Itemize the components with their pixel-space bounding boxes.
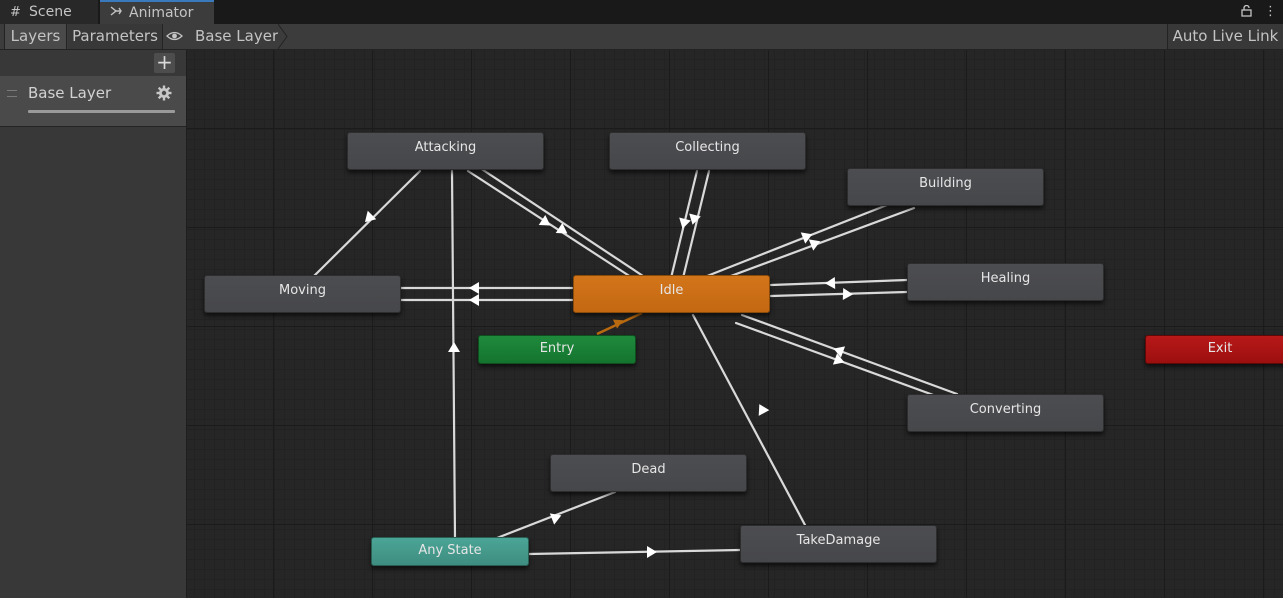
drag-handle-icon[interactable]: [7, 90, 17, 97]
transition-idle-attacking[interactable]: [472, 162, 645, 278]
transition-attacking-moving[interactable]: [312, 169, 422, 278]
transition-healing-idle[interactable]: [769, 278, 909, 287]
state-node-attacking[interactable]: Attacking: [347, 132, 544, 170]
animator-toolbar: Layers Parameters Base Layer Auto Live L…: [0, 24, 1283, 50]
state-node-entry[interactable]: Entry: [478, 335, 636, 364]
transition-idle-converting[interactable]: [740, 313, 959, 396]
layer-name: Base Layer: [28, 84, 112, 102]
breadcrumb-separator: [278, 24, 288, 49]
state-node-converting[interactable]: Converting: [907, 394, 1104, 432]
state-node-healing[interactable]: Healing: [907, 263, 1104, 301]
grid-icon: #: [10, 5, 21, 20]
tab-scene-label: Scene: [29, 4, 72, 20]
transition-idle-collecting[interactable]: [681, 169, 711, 280]
layers-tab-button[interactable]: Layers: [4, 24, 67, 49]
tab-animator[interactable]: Animator: [100, 0, 214, 24]
state-machine-graph[interactable]: Attacking Collecting Building Moving Idl…: [187, 50, 1283, 598]
layer-weight-slider[interactable]: [28, 110, 175, 113]
breadcrumb[interactable]: Base Layer: [186, 24, 287, 49]
transition-anystate-attacking[interactable]: [450, 169, 457, 541]
lock-icon[interactable]: [1241, 0, 1252, 24]
state-node-any-state[interactable]: Any State: [371, 537, 529, 566]
state-node-dead[interactable]: Dead: [550, 454, 747, 492]
transition-attacking-idle[interactable]: [466, 169, 636, 281]
gear-icon[interactable]: [156, 85, 172, 105]
add-layer-button[interactable]: +: [154, 52, 175, 73]
state-node-takedamage[interactable]: TakeDamage: [740, 525, 937, 563]
transition-idle-healing[interactable]: [769, 290, 909, 298]
animator-icon: [110, 3, 124, 25]
state-node-exit[interactable]: Exit: [1145, 335, 1283, 364]
state-node-moving[interactable]: Moving: [204, 275, 401, 313]
more-options-icon[interactable]: ⋮: [1264, 0, 1277, 24]
state-node-collecting[interactable]: Collecting: [609, 132, 806, 170]
tab-scene[interactable]: # Scene: [0, 0, 98, 24]
transition-building-idle[interactable]: [690, 203, 889, 284]
transition-anystate-takedamage[interactable]: [527, 548, 742, 556]
state-node-building[interactable]: Building: [847, 168, 1044, 206]
layers-panel: + Base Layer: [0, 50, 187, 598]
transition-takedamage-idle[interactable]: [691, 313, 807, 527]
window-tab-bar: # Scene Animator ⋮: [0, 0, 1283, 25]
eye-icon[interactable]: [163, 24, 185, 49]
state-node-idle[interactable]: Idle: [573, 275, 770, 313]
layer-item-base-layer[interactable]: Base Layer: [0, 76, 186, 127]
tab-animator-label: Animator: [129, 5, 194, 21]
transition-arrowheads: [364, 210, 853, 558]
parameters-tab-button[interactable]: Parameters: [68, 24, 163, 49]
layers-panel-header: +: [0, 50, 186, 76]
auto-live-link-button[interactable]: Auto Live Link: [1167, 24, 1283, 49]
